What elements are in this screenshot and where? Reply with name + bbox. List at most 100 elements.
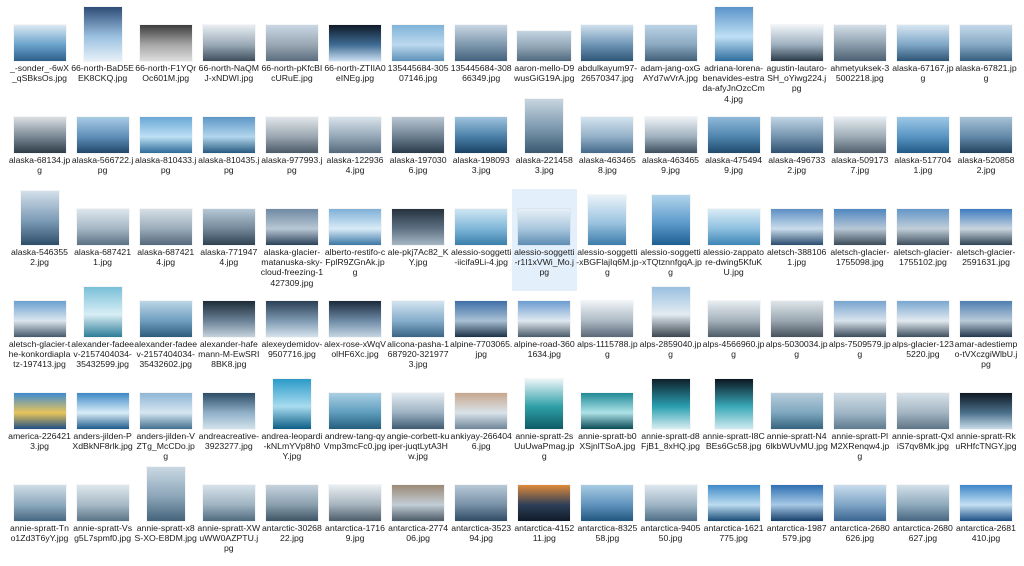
file-item[interactable]: alpine-road-3601634.jpg [513,282,576,382]
file-item[interactable]: annie-spratt-x8S-XO-E8DM.jpg [134,466,197,566]
file-item[interactable]: ale-pkj7Ac82_KY.jpg [387,190,450,290]
file-item[interactable]: annie-spratt-b0XSjnlTSoA.jpg [576,374,639,474]
image-thumbnail[interactable] [960,209,1012,245]
image-thumbnail[interactable] [770,25,823,61]
file-item[interactable]: annie-spratt-PlM2XRenqw4.jpg [828,374,891,474]
image-thumbnail[interactable] [651,287,690,337]
image-thumbnail[interactable] [833,25,886,61]
file-item[interactable]: aletsch-glacier-1755102.jpg [891,190,954,290]
image-thumbnail[interactable] [588,195,627,245]
file-item[interactable]: annie-spratt-QxliS7qv8Mk.jpg [891,374,954,474]
file-item[interactable]: alpine-7703065.jpg [450,282,513,382]
file-item[interactable]: alaska-977993.jpg [260,98,323,198]
file-item[interactable]: alexander-fadeev-2157404034-35432599.jpg [71,282,134,382]
image-thumbnail[interactable] [770,301,823,337]
file-item[interactable]: alps-4566960.jpg [702,282,765,382]
image-thumbnail[interactable] [525,379,564,429]
image-thumbnail[interactable] [960,301,1012,337]
file-item[interactable]: alaska-6874211.jpg [71,190,134,290]
file-item[interactable]: 135445684-30866349.jpg [450,6,513,106]
file-item[interactable]: alberto-restifo-cFplR9ZGnAk.jpg [324,190,387,290]
file-item[interactable]: agustin-lautaro-SH_oYiwg224.jpg [765,6,828,106]
file-item[interactable]: antarctica-352394.jpg [450,466,513,566]
file-item[interactable]: alps-2859040.jpg [639,282,702,382]
image-thumbnail[interactable] [329,485,381,521]
image-thumbnail[interactable] [392,393,445,429]
file-item[interactable]: antarctica-1987579.jpg [765,466,828,566]
file-item[interactable]: antarctica-2680626.jpg [828,466,891,566]
file-item[interactable]: anders-jilden-VZTg_McCDo.jpg [134,374,197,474]
file-item[interactable]: alaska-4634659.jpg [639,98,702,198]
file-item[interactable]: alaska-810435.jpg [197,98,260,198]
file-item[interactable]: alaska-67167.jpg [891,6,954,106]
file-item[interactable]: aaron-mello-D9wusGiG19A.jpg [513,6,576,106]
file-item[interactable]: annie-spratt-XWuWW0AZPTU.jpg [197,466,260,566]
image-thumbnail[interactable] [455,485,508,521]
file-item[interactable]: _-sonder_-6wX_qSBksOs.jpg [8,6,71,106]
image-thumbnail[interactable] [392,117,445,153]
file-item[interactable]: 135445684-30507146.jpg [387,6,450,106]
image-thumbnail[interactable] [770,117,823,153]
image-thumbnail[interactable] [833,393,886,429]
file-item[interactable]: alaska-1970306.jpg [387,98,450,198]
image-thumbnail[interactable] [83,287,122,337]
image-thumbnail[interactable] [714,7,753,61]
file-item[interactable]: america-2264213.jpg [8,374,71,474]
file-item[interactable]: abdulkayum97-26570347.jpg [576,6,639,106]
file-item[interactable]: antarctica-832558.jpg [576,466,639,566]
image-thumbnail[interactable] [76,117,129,153]
image-thumbnail[interactable] [202,301,255,337]
file-item[interactable]: angie-corbett-kuiper-juqtLytA3Hw.jpg [387,374,450,474]
file-item[interactable]: alps-7509579.jpg [828,282,891,382]
file-item[interactable]: alaska-810433.jpg [134,98,197,198]
file-item[interactable]: amar-adestiempo-tVXczgiWlbU.jpg [955,282,1018,382]
image-thumbnail[interactable] [517,31,572,61]
image-thumbnail[interactable] [896,117,949,153]
image-thumbnail[interactable] [329,393,381,429]
file-item[interactable]: 66-north-BaD5EEK8CKQ.jpg [71,6,134,106]
image-thumbnail[interactable] [644,25,697,61]
image-thumbnail[interactable] [714,379,753,429]
image-thumbnail[interactable] [20,191,59,245]
image-thumbnail[interactable] [139,393,192,429]
image-thumbnail[interactable] [146,467,185,521]
file-item[interactable]: annie-spratt-Vsg5L7spmf0.jpg [71,466,134,566]
file-item[interactable]: alps-5030034.jpg [765,282,828,382]
image-thumbnail[interactable] [770,393,823,429]
file-item[interactable]: alessio-soggetti-xTQtznnfgqA.jpg [639,190,702,290]
image-thumbnail[interactable] [644,117,697,153]
file-item[interactable]: 66-north-NaQMJ-xNDWI.jpg [197,6,260,106]
file-item[interactable]: alexander-hafemann-M-EwSRI8BK8.jpg [197,282,260,382]
file-item[interactable]: alps-1115788.jpg [576,282,639,382]
image-thumbnail[interactable] [581,301,634,337]
image-thumbnail[interactable] [392,209,445,245]
file-item[interactable]: alicona-pasha-1687920-3219773.jpg [387,282,450,382]
image-thumbnail[interactable] [139,117,192,153]
image-thumbnail[interactable] [770,209,823,245]
file-item[interactable]: alaska-1229364.jpg [324,98,387,198]
image-thumbnail[interactable] [329,301,381,337]
image-thumbnail[interactable] [651,379,690,429]
image-thumbnail[interactable] [13,301,66,337]
image-thumbnail[interactable] [265,485,318,521]
file-item[interactable]: alessio-soggetti-r1I1xVWi_Mo.jpg [511,189,577,291]
file-item[interactable]: 66-north-F1YQrOc601M.jpg [134,6,197,106]
file-item[interactable]: 66-north-pKfcBIcURuE.jpg [260,6,323,106]
file-item[interactable]: antarctic-3026822.jpg [260,466,323,566]
file-item[interactable]: alexander-fadeev-2157404034-35432602.jpg [134,282,197,382]
image-thumbnail[interactable] [272,379,311,429]
image-thumbnail[interactable] [455,301,508,337]
image-thumbnail[interactable] [707,301,760,337]
file-item[interactable]: alex-rose-xWqVolHF6Xc.jpg [324,282,387,382]
image-thumbnail[interactable] [202,25,255,61]
image-thumbnail[interactable] [139,301,192,337]
image-thumbnail[interactable] [76,485,129,521]
file-item[interactable]: anders-jilden-PXdBkNF8rlk.jpg [71,374,134,474]
image-thumbnail[interactable] [202,117,255,153]
image-thumbnail[interactable] [896,301,949,337]
file-item[interactable]: annie-spratt-I8CBEs6Gc58.jpg [702,374,765,474]
file-item[interactable]: antarctica-1621775.jpg [702,466,765,566]
file-item[interactable]: alaska-4634658.jpg [576,98,639,198]
image-thumbnail[interactable] [896,393,949,429]
file-item[interactable]: annie-spratt-d8FjB1_8xHQ.jpg [639,374,702,474]
